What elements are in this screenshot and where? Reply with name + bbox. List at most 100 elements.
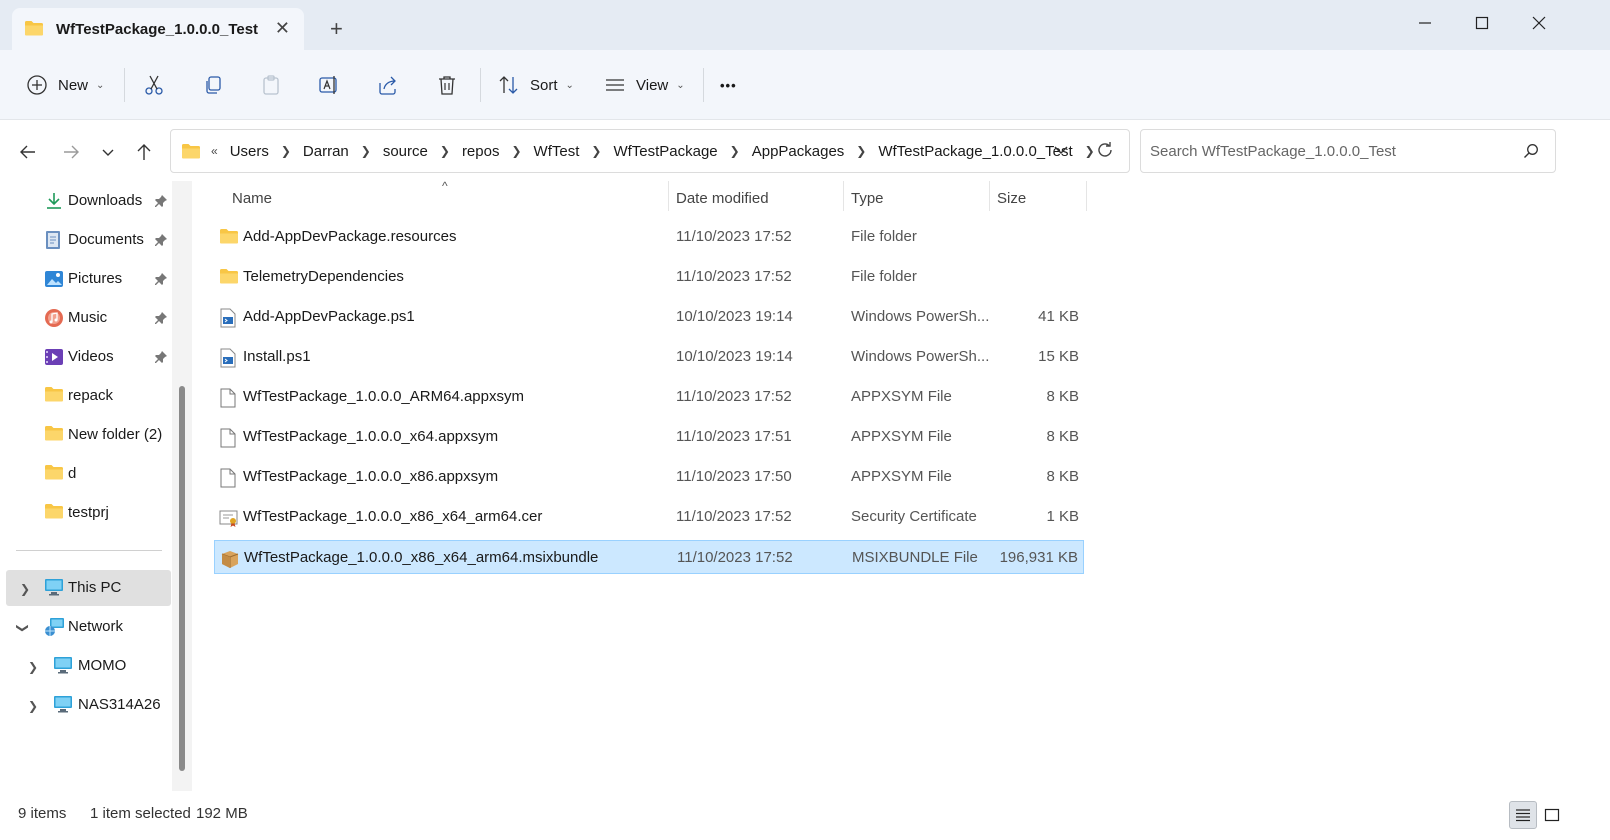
file-row[interactable]: WfTestPackage_1.0.0.0_x64.appxsym 11/10/2…: [214, 420, 1084, 454]
up-button[interactable]: [129, 137, 159, 167]
chevron-down-icon: [1054, 146, 1068, 154]
search-box[interactable]: [1140, 129, 1556, 173]
close-tab-icon[interactable]: ✕: [275, 18, 290, 39]
chevron-right-icon[interactable]: ❯: [20, 582, 30, 596]
column-divider[interactable]: [843, 181, 844, 211]
more-options-button[interactable]: •••: [720, 68, 737, 102]
column-header-name[interactable]: Name: [232, 181, 272, 215]
copy-button[interactable]: [202, 68, 224, 102]
file-type: Windows PowerSh...: [851, 308, 990, 325]
sort-icon: [499, 76, 518, 94]
breadcrumb-separator-icon[interactable]: ❯: [591, 144, 601, 158]
file-row[interactable]: Add-AppDevPackage.ps1 10/10/2023 19:14 Win…: [214, 300, 1084, 334]
large-icons-view-button[interactable]: [1538, 801, 1566, 829]
sidebar-item-nas314a26[interactable]: ❯ NAS314A26: [0, 687, 172, 723]
chevron-down-icon: ⌄: [676, 79, 685, 91]
sidebar-item-repack[interactable]: repack: [0, 378, 172, 414]
sidebar-item-d[interactable]: d: [0, 456, 172, 492]
column-header-type[interactable]: Type: [851, 181, 884, 215]
search-input[interactable]: [1150, 142, 1510, 160]
sidebar-item-momo[interactable]: ❯ MOMO: [0, 648, 172, 684]
file-name: Add-AppDevPackage.resources: [243, 228, 457, 245]
breadcrumb-separator-icon[interactable]: ❯: [856, 144, 866, 158]
generic-file-icon: [219, 468, 237, 491]
breadcrumb-item[interactable]: WfTest: [534, 143, 580, 160]
file-row[interactable]: WfTestPackage_1.0.0.0_x86_x64_arm64.msix…: [214, 540, 1084, 574]
sidebar-item-new-folder-2[interactable]: New folder (2): [0, 417, 172, 453]
sidebar-item-documents[interactable]: Documents: [0, 222, 172, 258]
file-row[interactable]: Install.ps1 10/10/2023 19:14 Windows Power…: [214, 340, 1084, 374]
file-date-modified: 10/10/2023 19:14: [676, 308, 793, 325]
file-row[interactable]: WfTestPackage_1.0.0.0_x86.appxsym 11/10/2…: [214, 460, 1084, 494]
computer-icon: [53, 656, 73, 678]
chevron-down-icon[interactable]: ❯: [16, 623, 30, 633]
file-name: WfTestPackage_1.0.0.0_ARM64.appxsym: [243, 388, 524, 405]
details-view-icon: [1516, 809, 1530, 822]
column-divider[interactable]: [1086, 181, 1087, 211]
file-row[interactable]: TelemetryDependencies 11/10/2023 17:52 Fil…: [214, 260, 1084, 294]
file-type: MSIXBUNDLE File: [852, 549, 978, 566]
address-bar[interactable]: « Users ❯ Darran ❯ source ❯ repos ❯ WfTest ❯ WfTes…: [170, 129, 1130, 173]
recent-locations-button[interactable]: [93, 137, 123, 167]
column-header-size[interactable]: Size: [997, 181, 1026, 215]
new-tab-button[interactable]: +: [330, 18, 343, 40]
sidebar-item-music[interactable]: Music: [0, 300, 172, 336]
breadcrumb-overflow[interactable]: «: [211, 144, 218, 158]
column-divider[interactable]: [668, 181, 669, 211]
maximize-button[interactable]: [1462, 8, 1502, 38]
file-row[interactable]: Add-AppDevPackage.resources 11/10/2023 17…: [214, 220, 1084, 254]
tab-title: WfTestPackage_1.0.0.0_Test: [56, 20, 259, 38]
folder-icon: [44, 464, 64, 484]
breadcrumb-item[interactable]: AppPackages: [752, 143, 845, 160]
refresh-button[interactable]: [1095, 140, 1115, 163]
breadcrumb-separator-icon[interactable]: ❯: [281, 144, 291, 158]
view-button[interactable]: View ⌄: [604, 68, 685, 102]
close-window-button[interactable]: [1519, 8, 1559, 38]
file-size: 41 KB: [1038, 308, 1079, 325]
tab-active[interactable]: WfTestPackage_1.0.0.0_Test ✕: [12, 8, 304, 50]
column-header-date[interactable]: Date modified: [676, 181, 769, 215]
sidebar-item-downloads[interactable]: Downloads: [0, 183, 172, 219]
paste-button[interactable]: [260, 68, 282, 102]
selection-size: 192 MB: [196, 805, 248, 822]
sidebar-scrollbar[interactable]: [172, 181, 192, 791]
breadcrumb-separator-icon[interactable]: ❯: [361, 144, 371, 158]
share-button[interactable]: [377, 68, 399, 102]
breadcrumb-item[interactable]: WfTestPackage: [613, 143, 717, 160]
sidebar-item-this-pc[interactable]: ❯ This PC: [6, 570, 171, 606]
rename-button[interactable]: [318, 68, 342, 102]
new-label: New: [58, 76, 89, 94]
chevron-right-icon[interactable]: ❯: [28, 699, 38, 713]
scrollbar-thumb[interactable]: [179, 386, 185, 771]
address-dropdown-button[interactable]: [1053, 142, 1069, 161]
sidebar-item-pictures[interactable]: Pictures: [0, 261, 172, 297]
column-divider[interactable]: [989, 181, 990, 211]
breadcrumb-item[interactable]: repos: [462, 143, 500, 160]
breadcrumb-separator-icon[interactable]: ❯: [730, 144, 740, 158]
back-button[interactable]: [13, 137, 43, 167]
breadcrumb-separator-icon[interactable]: ❯: [1085, 144, 1095, 158]
sidebar-item-videos[interactable]: Videos: [0, 339, 172, 375]
cut-button[interactable]: [143, 68, 165, 102]
sidebar-item-testprj[interactable]: testprj: [0, 495, 172, 531]
breadcrumb-item[interactable]: WfTestPackage_1.0.0.0_Test: [878, 143, 1072, 160]
delete-button[interactable]: [436, 68, 458, 102]
sidebar-item-network[interactable]: ❯ Network: [0, 609, 172, 645]
new-button[interactable]: New ⌄: [26, 68, 104, 102]
forward-button[interactable]: [56, 137, 86, 167]
breadcrumb-separator-icon[interactable]: ❯: [440, 144, 450, 158]
folder-icon: [219, 228, 239, 247]
chevron-down-icon: ⌄: [565, 79, 574, 91]
documents-icon: [44, 230, 62, 254]
minimize-button[interactable]: [1405, 8, 1445, 38]
file-row[interactable]: WfTestPackage_1.0.0.0_x86_x64_arm64.cer 1…: [214, 500, 1084, 534]
breadcrumb-item[interactable]: Darran: [303, 143, 349, 160]
details-view-button[interactable]: [1509, 801, 1537, 829]
sort-button[interactable]: Sort ⌄: [498, 68, 574, 102]
breadcrumb-item[interactable]: source: [383, 143, 428, 160]
breadcrumb-item[interactable]: Users: [230, 143, 269, 160]
file-row[interactable]: WfTestPackage_1.0.0.0_ARM64.appxsym 11/10…: [214, 380, 1084, 414]
search-icon[interactable]: [1523, 143, 1539, 162]
breadcrumb-separator-icon[interactable]: ❯: [511, 144, 521, 158]
chevron-right-icon[interactable]: ❯: [28, 660, 38, 674]
